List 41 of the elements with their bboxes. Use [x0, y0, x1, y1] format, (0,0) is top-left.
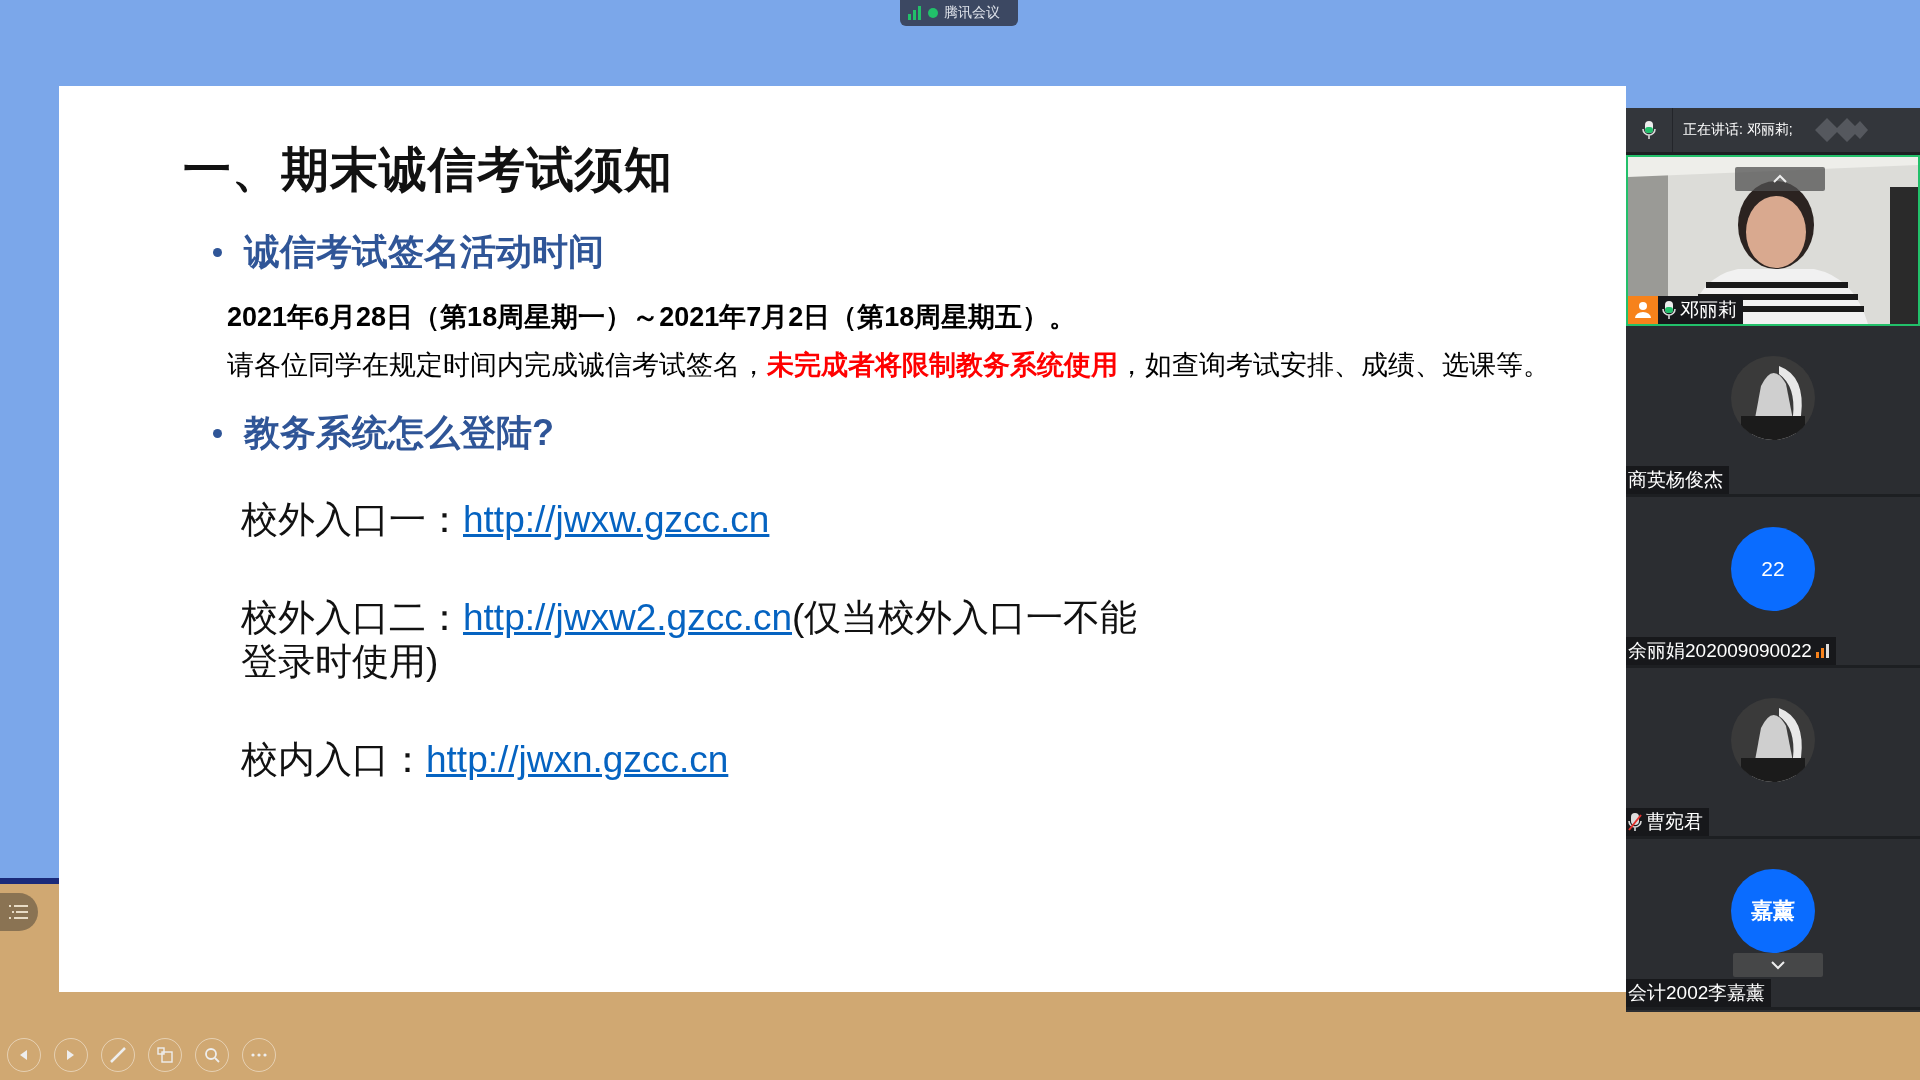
participant-name: 会计2002李嘉薰	[1628, 981, 1766, 1005]
grid-icon	[157, 1047, 173, 1063]
next-icon	[67, 1050, 75, 1060]
section-heading: 诚信考试签名活动时间	[244, 230, 604, 274]
bullet-icon	[213, 429, 222, 438]
signal-icon	[908, 6, 922, 20]
collapse-button[interactable]	[1735, 167, 1825, 191]
participant-name: 曹宛君	[1646, 810, 1703, 834]
avatar-circle: 嘉薰	[1731, 869, 1815, 953]
previous-icon	[20, 1050, 28, 1060]
url-link[interactable]: http://jwxw.gzcc.cn	[463, 499, 770, 540]
outline-button[interactable]	[0, 893, 38, 931]
muted-mic-icon	[1628, 812, 1642, 832]
login-entry-text: 校外入口二：http://jwxw2.gzcc.cn(仅当校外入口一不能登录时使用)	[241, 596, 1139, 684]
person-icon	[1634, 301, 1652, 319]
mic-icon	[1642, 120, 1656, 140]
avatar-circle: 22	[1731, 527, 1815, 611]
list-icon	[9, 904, 29, 920]
speaking-indicator: 正在讲话: 邓丽莉;	[1683, 121, 1793, 139]
login-entry-text: 校内入口：http://jwxn.gzcc.cn	[241, 738, 729, 782]
signal-icon	[1815, 644, 1830, 658]
mic-icon	[1662, 300, 1676, 320]
slide-title: 一、期末诚信考试须知	[183, 142, 674, 198]
chevron-down-icon	[1770, 960, 1786, 970]
date-range-text: 2021年6月28日（第18周星期一）～2021年7月2日（第18周星期五）。	[227, 301, 1077, 334]
pen-icon	[110, 1047, 126, 1063]
search-icon	[204, 1047, 220, 1063]
notice-text: 请各位同学在规定时间内完成诚信考试签名，未完成者将限制教务系统使用，如查询考试安排、成绩、选课等。	[227, 349, 1551, 382]
participant-name: 余丽娟202009090022	[1628, 639, 1812, 663]
bullet-icon	[213, 248, 222, 257]
participant-name: 商英杨俊杰	[1628, 468, 1723, 492]
participant-name: 邓丽莉	[1680, 298, 1737, 322]
section-heading: 教务系统怎么登陆?	[244, 411, 554, 455]
more-icon	[251, 1053, 267, 1057]
url-link[interactable]: http://jwxw2.gzcc.cn	[463, 597, 792, 638]
login-entry-text: 校外入口一：http://jwxw.gzcc.cn	[241, 498, 770, 542]
app-title: 腾讯会议	[944, 4, 1000, 22]
expand-button[interactable]	[1733, 953, 1823, 977]
url-link[interactable]: http://jwxn.gzcc.cn	[426, 739, 729, 780]
chevron-up-icon	[1772, 174, 1788, 184]
status-dot-icon	[928, 8, 938, 18]
